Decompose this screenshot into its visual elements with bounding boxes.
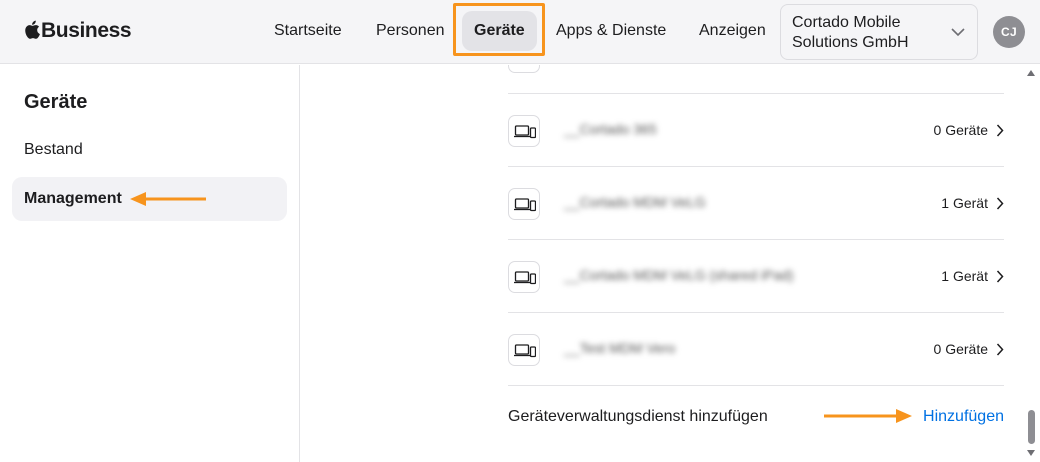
nav-item-apps-dienste[interactable]: Apps & Dienste [556, 22, 666, 40]
sidebar-item-bestand[interactable]: Bestand [12, 128, 287, 172]
scrollbar-thumb[interactable] [1028, 410, 1035, 444]
chevron-right-icon [996, 270, 1004, 283]
top-navigation-bar: Business Startseite Personen Geräte Apps… [0, 0, 1040, 64]
nav-item-startseite[interactable]: Startseite [274, 22, 342, 40]
apple-logo-icon [25, 20, 40, 39]
sidebar-item-label: Management [24, 190, 122, 207]
service-row[interactable]: __Test MDM Vero 0 Geräte [508, 312, 1004, 385]
device-count: 1 Gerät [941, 195, 988, 211]
devices-icon [508, 188, 540, 220]
chevron-right-icon [996, 197, 1004, 210]
device-count: 0 Geräte [933, 341, 988, 357]
brand-logo[interactable]: Business [24, 19, 132, 43]
service-row[interactable]: __Cortado 365 0 Geräte [508, 93, 1004, 166]
services-list-panel: __Cortado 365 0 Geräte __Cortado MDM VeL… [300, 65, 1040, 462]
annotation-arrow-left [130, 192, 206, 206]
annotation-highlight-box [453, 3, 545, 56]
sidebar-title: Geräte [24, 91, 88, 113]
sidebar-item-label: Bestand [24, 141, 83, 158]
nav-item-personen[interactable]: Personen [376, 22, 445, 40]
device-count: 1 Gerät [941, 268, 988, 284]
nav-item-anzeigen[interactable]: Anzeigen [699, 22, 766, 40]
chevron-right-icon [996, 343, 1004, 356]
chevron-right-icon [996, 124, 1004, 137]
chevron-down-icon [951, 28, 965, 37]
device-service-icon [508, 65, 540, 73]
devices-icon [508, 334, 540, 366]
org-selector[interactable]: Cortado Mobile Solutions GmbH [780, 4, 978, 60]
scroll-up-arrow-icon[interactable] [1026, 69, 1036, 77]
add-service-row: Geräteverwaltungsdienst hinzufügen Hinzu… [508, 385, 1004, 445]
service-name: __Cortado MDM VeLG [564, 194, 706, 210]
scroll-down-arrow-icon[interactable] [1026, 449, 1036, 457]
devices-icon [508, 261, 540, 293]
service-row[interactable]: __Cortado MDM VeLG 1 Gerät [508, 166, 1004, 239]
add-service-label: Geräteverwaltungsdienst hinzufügen [508, 408, 768, 425]
sidebar: Geräte Bestand Management [0, 65, 300, 462]
org-name: Cortado Mobile Solutions GmbH [792, 14, 909, 51]
service-name: __Cortado 365 [564, 121, 657, 137]
annotation-arrow-right [824, 409, 912, 423]
user-avatar[interactable]: CJ [993, 16, 1025, 48]
service-name: __Cortado MDM VeLG (shared iPad) [564, 267, 794, 283]
service-row[interactable]: __Cortado MDM VeLG (shared iPad) 1 Gerät [508, 239, 1004, 312]
service-name: __Test MDM Vero [564, 340, 676, 356]
devices-icon [508, 115, 540, 147]
brand-name: Business [41, 19, 132, 42]
add-service-link[interactable]: Hinzufügen [923, 408, 1004, 426]
device-count: 0 Geräte [933, 122, 988, 138]
